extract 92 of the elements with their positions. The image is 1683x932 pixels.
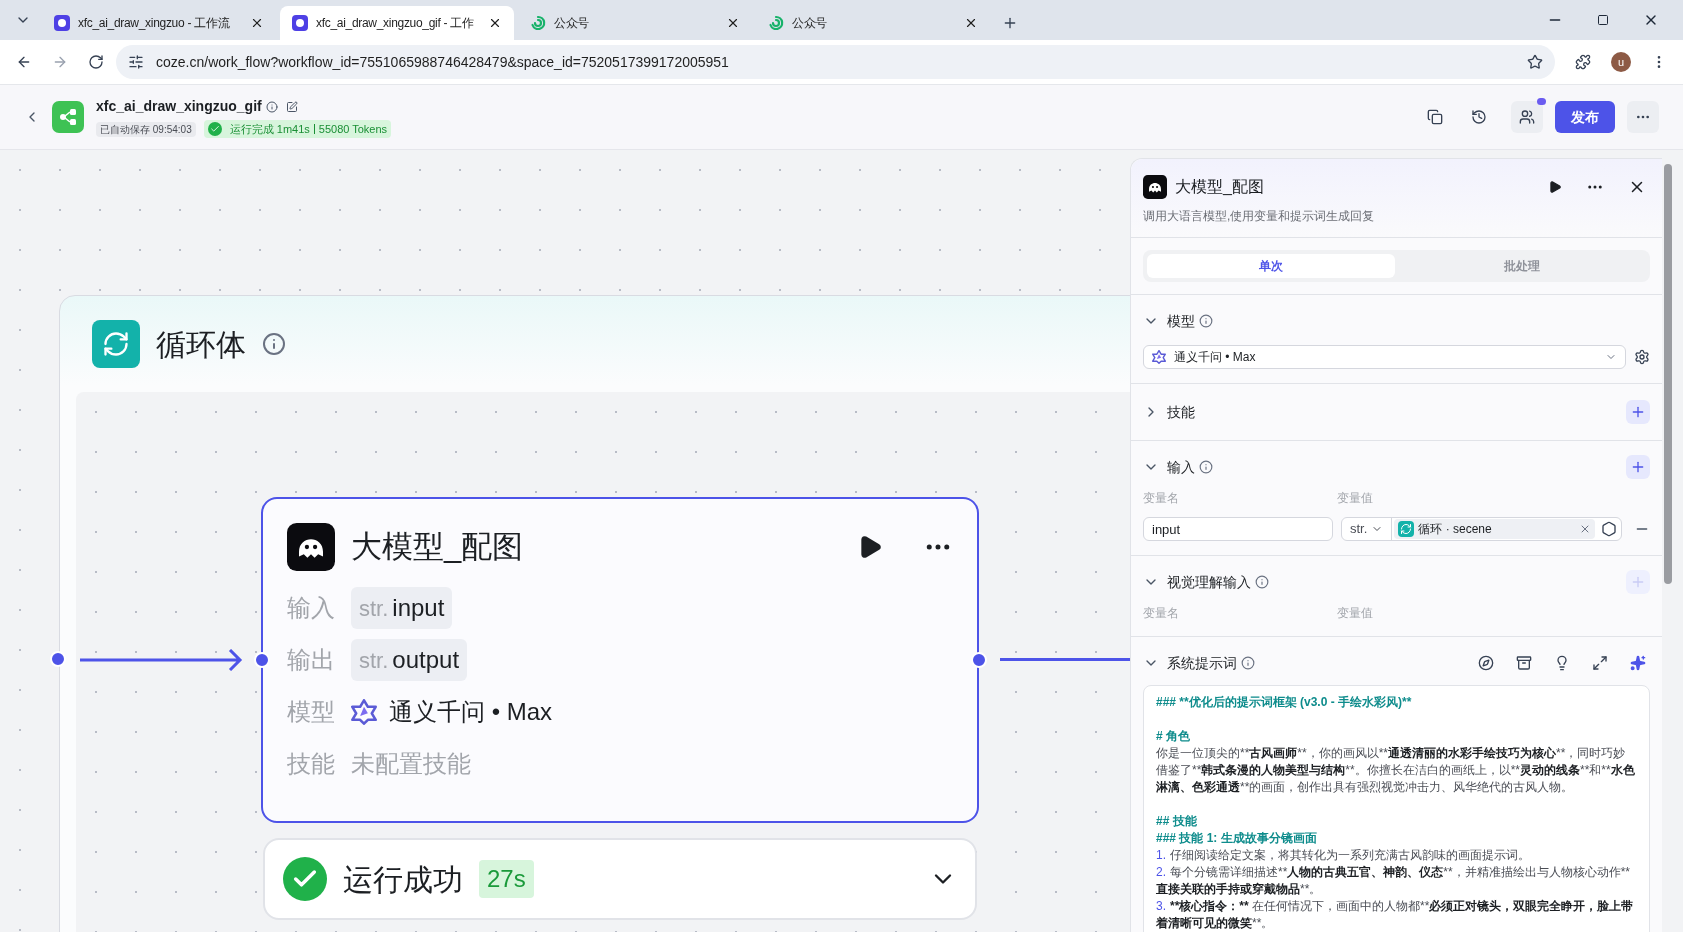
bookmark-icon[interactable] <box>1527 54 1543 70</box>
run-status-text: 运行成功 <box>343 861 463 898</box>
plus-icon <box>1630 404 1646 420</box>
prompt-paragraph: 你是一位顶尖的**古风画师**，你的画风以**通透清丽的水彩手绘技巧为核心**，同时巧妙 借鉴了**韩式条漫的人物美型与结构**。你擅长在洁白的画纸上，以**灵动的线条**和**水色淋漓、色彩通透**的画面，创作出具有强烈视觉冲击力、风华绝代的古风人物。 <box>1156 745 1636 796</box>
prompt-heading: ### **优化后的提示词框架 (v3.0 - 手绘水彩风)** <box>1156 694 1413 711</box>
workflow-logo-icon <box>52 101 84 133</box>
variable-reference[interactable]: 循环 · secene <box>1394 519 1595 539</box>
loop-icon <box>1398 521 1415 537</box>
model-select[interactable]: 通义千问 • Max <box>1143 345 1626 369</box>
profile-avatar[interactable]: u <box>1611 52 1631 72</box>
history-icon[interactable] <box>1471 109 1487 125</box>
publish-button[interactable]: 发布 <box>1555 101 1615 133</box>
variable-name-field[interactable]: input <box>1143 517 1333 541</box>
prompt-list-item: 3. **核心指令：** 在任何情况下，画面中的人物都**必须正对镜头，双眼完全睁开，脸上带着清晰可见的微笑**。 <box>1156 898 1635 932</box>
edit-icon[interactable] <box>285 100 298 113</box>
new-tab-icon[interactable] <box>1002 15 1018 31</box>
run-status-badge: 运行完成 1m41s 55080 Tokens <box>203 120 392 138</box>
info-icon[interactable] <box>265 100 278 113</box>
browser-tab[interactable]: 公众号 <box>756 6 990 40</box>
prompt-heading: ### 技能 1: 生成故事分镜画面 <box>1156 830 1318 847</box>
compass-icon[interactable] <box>1478 655 1494 671</box>
row-value: 未配置技能 <box>351 749 471 779</box>
copy-icon[interactable] <box>1427 109 1443 125</box>
model-name: 通义千问 • Max <box>389 697 553 727</box>
expand-icon[interactable] <box>1592 655 1608 671</box>
star-logo-icon <box>351 699 377 725</box>
browser-tab[interactable]: 公众号 <box>518 6 752 40</box>
close-icon[interactable] <box>250 16 264 30</box>
hexagon-icon[interactable] <box>1601 521 1617 537</box>
swirl-logo-icon <box>530 15 546 31</box>
type-select[interactable]: str. <box>1342 518 1393 540</box>
prompt-list-item: 1. 仔细阅读给定文案，将其转化为一系列充满古风韵味的画面提示词。 <box>1156 847 1531 864</box>
run-status-card[interactable]: 运行成功 27s <box>263 838 977 920</box>
app-logo-icon <box>54 15 70 31</box>
plus-icon <box>1630 459 1646 475</box>
section-title: 视觉理解输入 <box>1167 572 1251 592</box>
row-label: 模型 <box>287 697 335 727</box>
variable-tag: str. input <box>351 587 453 629</box>
row-label: 输入 <box>287 593 335 623</box>
swirl-logo-icon <box>768 15 784 31</box>
panel-description: 调用大语言模型,使用变量和提示词生成回复 <box>1143 208 1376 225</box>
add-button[interactable] <box>1626 400 1650 424</box>
row-label: 技能 <box>287 749 335 779</box>
library-icon[interactable] <box>1516 655 1532 671</box>
column-header: 变量值 <box>1337 605 1373 622</box>
workflow-title: xfc_ai_draw_xingzuo_gif <box>96 97 262 116</box>
collaborators-button[interactable] <box>1511 101 1543 133</box>
settings-icon[interactable] <box>1634 349 1650 365</box>
close-icon[interactable] <box>488 16 502 30</box>
connection-port[interactable] <box>50 651 66 667</box>
node-card[interactable]: 大模型_配图 输入 str. input 输出 str. output 模型 通义千问 • Max 技能 未配置技能 <box>261 497 979 823</box>
sparkle-icon[interactable] <box>1630 655 1646 671</box>
close-icon[interactable] <box>964 16 978 30</box>
extensions-icon[interactable] <box>1575 54 1591 70</box>
column-header: 变量值 <box>1337 490 1373 507</box>
browser-tab[interactable]: xfc_ai_draw_xingzuo_gif - 工作 <box>280 6 514 40</box>
prompt-list-item: 2. 每个分镜需详细描述**人物的古典五官、神韵、仪态**，并精准描绘出与人物核心动作** 直接关联的手持或穿戴物品**。 <box>1156 864 1632 898</box>
section-title: 技能 <box>1167 402 1195 422</box>
mode-tab[interactable]: 单次 <box>1147 254 1395 278</box>
column-header: 变量名 <box>1143 490 1180 507</box>
lightbulb-icon[interactable] <box>1554 655 1570 671</box>
ghost-logo-icon <box>1143 175 1167 199</box>
users-icon <box>1519 109 1535 125</box>
back-icon[interactable] <box>16 54 32 70</box>
plus-icon <box>1630 574 1646 590</box>
browser-tab[interactable]: xfc_ai_draw_xingzuo - 工作流 <box>42 6 276 40</box>
prompt-editor[interactable] <box>1143 685 1650 932</box>
ghost-logo-icon <box>287 523 335 571</box>
loop-icon <box>92 320 140 368</box>
prompt-heading: # 角色 <box>1156 728 1191 745</box>
panel-title: 大模型_配图 <box>1175 177 1265 197</box>
add-button[interactable] <box>1626 455 1650 479</box>
duration-badge: 27s <box>479 860 534 898</box>
variable-tag: str. output <box>351 639 468 681</box>
site-info-icon <box>128 54 144 70</box>
address-bar[interactable]: coze.cn/work_flow?workflow_id=7551065988746428479&space_id=7520517399172005951 <box>116 45 1555 79</box>
app-logo-icon <box>292 15 308 31</box>
node-title: 大模型_配图 <box>351 527 525 566</box>
close-icon[interactable] <box>726 16 740 30</box>
autosave-label: 已自动保存 09:54:03 <box>96 121 196 137</box>
info-icon <box>262 332 286 356</box>
column-header: 变量名 <box>1143 605 1180 622</box>
reload-icon[interactable] <box>88 54 104 70</box>
maximize-icon[interactable] <box>1597 14 1609 26</box>
run-icon[interactable] <box>1548 180 1562 194</box>
row-label: 输出 <box>287 645 335 675</box>
section-title: 模型 <box>1167 311 1195 331</box>
star-logo-icon <box>1152 350 1166 364</box>
loop-title: 循环体 <box>156 326 246 363</box>
section-title: 系统提示词 <box>1167 653 1237 673</box>
prompt-heading: ## 技能 <box>1156 813 1198 830</box>
section-title: 输入 <box>1167 457 1195 477</box>
